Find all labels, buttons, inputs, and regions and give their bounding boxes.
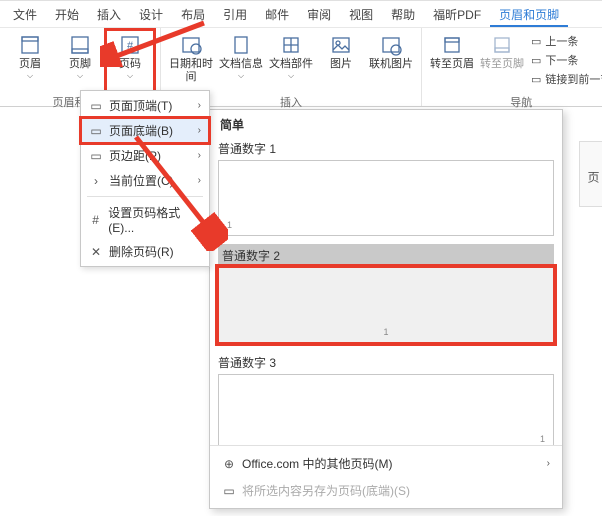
doc-info-button[interactable]: 文档信息⌵ (217, 30, 265, 94)
remove-icon: ✕ (89, 245, 103, 259)
ribbon-tabs: 文件 开始 插入 设计 布局 引用 邮件 审阅 视图 帮助 福昕PDF 页眉和页… (0, 1, 602, 28)
online-picture-button[interactable]: 联机图片 (367, 30, 415, 94)
page-icon: ▭ (89, 99, 103, 113)
doc-parts-button[interactable]: 文档部件⌵ (267, 30, 315, 94)
gallery-item-title: 普通数字 3 (218, 351, 554, 374)
goto-footer-button[interactable]: 转至页脚 (478, 30, 526, 94)
tab-foxit[interactable]: 福昕PDF (424, 2, 490, 27)
page-number-sample: 1 (540, 434, 545, 444)
doc-info-icon (230, 34, 252, 56)
goto-header-button[interactable]: 转至页眉 (428, 30, 476, 94)
tab-view[interactable]: 视图 (340, 2, 382, 27)
picture-icon (330, 34, 352, 56)
picture-button[interactable]: 图片 (317, 30, 365, 94)
gallery-item-title: 普通数字 1 (218, 137, 554, 160)
tab-home[interactable]: 开始 (46, 2, 88, 27)
group-navigation: 转至页眉 转至页脚 ▭上一条 ▭下一条 ▭链接到前一节 导航 (422, 28, 602, 106)
gallery-office-more[interactable]: ⊕Office.com 中的其他页码(M)› (210, 450, 562, 477)
doc-parts-icon (280, 34, 302, 56)
gallery-preview: 1 (218, 160, 554, 236)
annotation-arrow (100, 17, 210, 67)
gallery-item[interactable]: 普通数字 1 1 (218, 137, 554, 236)
chevron-down-icon: ⌵ (288, 71, 294, 81)
chevron-right-icon: › (198, 100, 201, 111)
cursor-icon: › (89, 174, 103, 188)
save-icon: ▭ (222, 484, 236, 498)
gallery-footer: ⊕Office.com 中的其他页码(M)› ▭将所选内容另存为页码(底端)(S… (210, 445, 562, 508)
group-label: 插入 (280, 94, 302, 108)
format-icon: # (89, 213, 102, 227)
tab-references[interactable]: 引用 (214, 2, 256, 27)
tab-review[interactable]: 审阅 (298, 2, 340, 27)
page-icon: ▭ (89, 124, 103, 138)
gallery-item-title: 普通数字 2 (218, 244, 554, 267)
group-label: 导航 (510, 94, 532, 108)
page-number-sample: 1 (383, 327, 388, 337)
tab-header-footer[interactable]: 页眉和页脚 (490, 2, 568, 27)
header-button[interactable]: 页眉⌵ (6, 30, 54, 94)
page-side-tab[interactable]: 页 (579, 141, 602, 207)
footer-icon (69, 34, 91, 56)
header-icon (19, 34, 41, 56)
gallery-header: 简单 (210, 110, 562, 137)
annotation-arrow (128, 131, 228, 251)
goto-header-icon (441, 34, 463, 56)
chevron-down-icon: ⌵ (127, 71, 133, 81)
tab-help[interactable]: 帮助 (382, 2, 424, 27)
chevron-down-icon: ⌵ (27, 71, 33, 81)
next-icon: ▭ (531, 54, 541, 67)
prev-icon: ▭ (531, 35, 541, 48)
online-picture-icon (380, 34, 402, 56)
tab-mail[interactable]: 邮件 (256, 2, 298, 27)
link-prev-button[interactable]: ▭链接到前一节 (528, 70, 602, 88)
link-icon: ▭ (531, 73, 541, 86)
footer-button[interactable]: 页脚⌵ (56, 30, 104, 94)
page-number-gallery: 简单 普通数字 1 1 普通数字 2 1 普通数字 3 1 ⊕Office.co… (209, 109, 563, 509)
page-icon: ▭ (89, 149, 103, 163)
gallery-item[interactable]: 普通数字 2 1 (218, 244, 554, 343)
globe-icon: ⊕ (222, 457, 236, 471)
gallery-item[interactable]: 普通数字 3 1 (218, 351, 554, 445)
prev-section-button[interactable]: ▭上一条 (528, 32, 602, 50)
gallery-save-selection: ▭将所选内容另存为页码(底端)(S) (210, 477, 562, 504)
chevron-down-icon: ⌵ (77, 71, 83, 81)
gallery-preview: 1 (218, 267, 554, 343)
chevron-down-icon: ⌵ (238, 71, 244, 81)
goto-footer-icon (491, 34, 513, 56)
gallery-preview: 1 (218, 374, 554, 445)
next-section-button[interactable]: ▭下一条 (528, 51, 602, 69)
menu-top-of-page[interactable]: ▭页面顶端(T)› (81, 93, 209, 118)
chevron-right-icon: › (547, 458, 550, 469)
tab-file[interactable]: 文件 (4, 2, 46, 27)
